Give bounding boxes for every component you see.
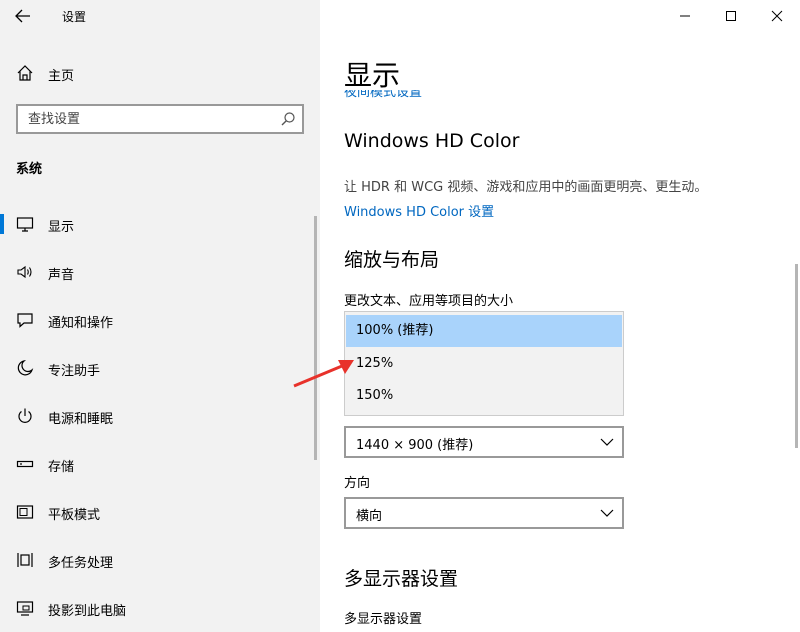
- scale-layout-heading: 缩放与布局: [344, 249, 440, 271]
- page-title: 显示: [344, 59, 401, 92]
- window-controls: [662, 0, 800, 32]
- sidebar-item-label: 通知和操作: [48, 316, 114, 331]
- main-scrollbar[interactable]: [795, 264, 798, 448]
- multi-display-label: 多显示器设置: [344, 612, 423, 627]
- sidebar-item-tablet-mode[interactable]: 平板模式: [0, 488, 320, 536]
- chevron-down-icon: [600, 438, 614, 446]
- sidebar-item-label: 专注助手: [48, 364, 101, 379]
- sidebar-item-label: 显示: [48, 220, 75, 235]
- scale-option-125[interactable]: 125%: [346, 348, 622, 380]
- night-light-settings-link[interactable]: 夜间模式设置: [344, 90, 422, 104]
- resolution-value: 1440 × 900 (推荐): [356, 438, 474, 453]
- section-label: 系统: [16, 162, 43, 177]
- sidebar-item-label: 存储: [48, 460, 75, 475]
- sidebar-item-notifications[interactable]: 通知和操作: [0, 296, 320, 344]
- search-icon[interactable]: [280, 111, 296, 127]
- project-icon: [16, 601, 34, 616]
- sidebar-item-label: 主页: [48, 69, 75, 84]
- sidebar-item-multitasking[interactable]: 多任务处理: [0, 536, 320, 584]
- sidebar-item-label: 电源和睡眠: [48, 412, 114, 427]
- back-arrow-icon: [15, 9, 30, 23]
- multitask-icon: [17, 553, 33, 567]
- search-input[interactable]: [18, 106, 268, 132]
- sidebar-scrollbar[interactable]: [314, 216, 317, 460]
- scale-option-100[interactable]: 100% (推荐): [346, 315, 622, 347]
- notification-icon: [17, 313, 33, 328]
- close-button[interactable]: [754, 0, 800, 32]
- sidebar-item-label: 投影到此电脑: [48, 604, 127, 619]
- close-icon: [771, 10, 783, 22]
- hdr-settings-link[interactable]: Windows HD Color 设置: [344, 201, 494, 220]
- scale-option-150[interactable]: 150%: [346, 380, 622, 412]
- storage-icon: [16, 460, 34, 468]
- sidebar-item-label: 声音: [48, 268, 75, 283]
- sidebar-item-power-sleep[interactable]: 电源和睡眠: [0, 392, 320, 440]
- home-icon: [17, 65, 33, 81]
- app-title: 设置: [62, 10, 87, 24]
- sidebar-item-project-to-pc[interactable]: 投影到此电脑: [0, 584, 320, 632]
- multi-display-heading: 多显示器设置: [344, 568, 459, 590]
- speaker-icon: [17, 265, 32, 279]
- sidebar-item-label: 多任务处理: [48, 556, 114, 571]
- orientation-select[interactable]: 横向: [344, 497, 624, 529]
- power-icon: [18, 408, 32, 423]
- sidebar-item-display[interactable]: 显示: [0, 200, 320, 248]
- sidebar: 设置 主页 系统 显示 声音: [0, 0, 320, 632]
- minimize-button[interactable]: [662, 0, 708, 32]
- sidebar-item-sound[interactable]: 声音: [0, 248, 320, 296]
- minimize-icon: [680, 15, 690, 17]
- hdr-description: 让 HDR 和 WCG 视频、游戏和应用中的画面更明亮、更生动。: [344, 180, 708, 195]
- hdr-heading: Windows HD Color: [344, 130, 520, 152]
- monitor-icon: [16, 217, 34, 232]
- sidebar-item-storage[interactable]: 存储: [0, 440, 320, 488]
- scale-dropdown-list[interactable]: 100% (推荐) 125% 150%: [344, 311, 624, 416]
- search-box[interactable]: [16, 104, 304, 134]
- resolution-select[interactable]: 1440 × 900 (推荐): [344, 426, 624, 458]
- title-bar: 设置: [0, 0, 320, 32]
- chevron-down-icon: [600, 509, 614, 517]
- back-button[interactable]: [12, 6, 34, 26]
- scale-label: 更改文本、应用等项目的大小: [344, 294, 514, 309]
- tablet-icon: [16, 505, 34, 519]
- annotation-arrow-icon: [293, 360, 354, 388]
- sidebar-item-focus-assist[interactable]: 专注助手: [0, 344, 320, 392]
- sidebar-item-label: 平板模式: [48, 508, 101, 523]
- maximize-button[interactable]: [708, 0, 754, 32]
- sidebar-item-home[interactable]: 主页: [0, 58, 320, 88]
- maximize-icon: [726, 11, 736, 21]
- main-content: 显示 夜间模式设置 Windows HD Color 让 HDR 和 WCG 视…: [320, 0, 800, 632]
- moon-icon: [17, 359, 34, 376]
- sidebar-nav: 显示 声音 通知和操作 专注助手 电源和睡眠 存储 平板模式 多任务处理 投影到…: [0, 200, 320, 632]
- orientation-label: 方向: [344, 476, 371, 491]
- orientation-value: 横向: [356, 509, 383, 524]
